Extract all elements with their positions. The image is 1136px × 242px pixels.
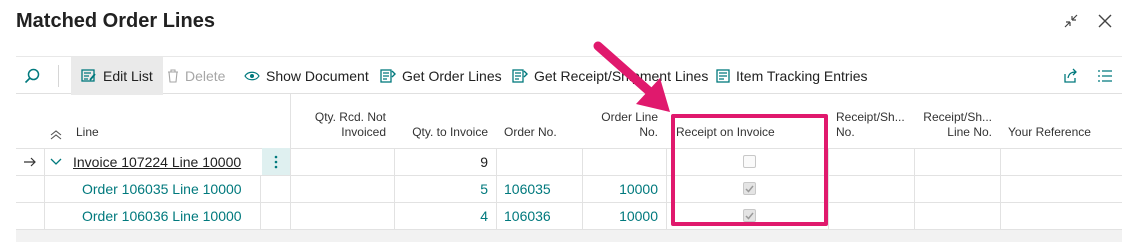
row-qty-rcd-not-invoiced [292,175,396,202]
table-row[interactable]: Invoice 107224 Line 10000 9 [16,148,1122,175]
row-qty-to-invoice[interactable]: 5 [396,175,498,202]
row-line-link[interactable]: Invoice 107224 Line 10000 [67,148,261,175]
list-view-icon[interactable] [1098,57,1112,95]
item-tracking-entries-button[interactable]: Item Tracking Entries [716,57,868,95]
row-line-link[interactable]: Order 106036 Line 10000 [76,202,266,229]
horizontal-scrollbar[interactable] [16,230,1122,242]
collapse-all-icon[interactable] [46,94,66,148]
edit-list-button[interactable]: Edit List [71,57,163,95]
get-order-lines-label: Get Order Lines [402,68,502,84]
row-receipt-on-invoice-checkbox[interactable] [668,202,830,229]
toolbar-divider [58,65,59,87]
delete-button[interactable]: Delete [167,57,225,95]
show-document-button[interactable]: Show Document [244,57,369,95]
action-toolbar: Edit List Delete Show Document Get Order… [16,56,1122,95]
show-document-label: Show Document [266,68,369,84]
get-receipt-shipment-lines-label: Get Receipt/Shipment Lines [534,68,709,84]
column-header-your-reference[interactable]: Your Reference [1002,94,1122,148]
row-receipt-on-invoice-checkbox[interactable] [668,148,830,175]
table-row[interactable]: Order 106036 Line 10000 4 106036 10000 [16,202,1122,229]
search-icon[interactable] [24,57,40,95]
edit-list-label: Edit List [103,68,153,84]
checkbox-checked-icon [742,209,756,222]
grid-divider [260,175,261,202]
row-order-no[interactable]: 106036 [498,202,584,229]
row-qty-to-invoice[interactable]: 9 [396,148,498,175]
column-header-receipt-shipment-line-no[interactable]: Receipt/Sh... Line No. [916,94,1002,148]
column-header-receipt-on-invoice[interactable]: Receipt on Invoice [668,94,830,148]
share-icon[interactable] [1062,57,1078,95]
row-order-no[interactable]: 106035 [498,175,584,202]
delete-icon [168,69,178,83]
get-receipt-lines-icon [512,69,528,83]
item-tracking-icon [716,69,730,83]
row-line-link[interactable]: Order 106035 Line 10000 [76,175,266,202]
row-qty-rcd-not-invoiced [292,148,396,175]
more-options-icon[interactable] [262,148,290,175]
row-receipt-on-invoice-checkbox[interactable] [668,175,830,202]
checkbox-unchecked-icon [742,155,756,168]
get-order-lines-button[interactable]: Get Order Lines [380,57,502,95]
get-receipt-shipment-lines-button[interactable]: Get Receipt/Shipment Lines [512,57,708,95]
row-order-line-no[interactable] [584,148,668,175]
column-header-order-line-no[interactable]: Order Line No. [584,94,668,148]
item-tracking-entries-label: Item Tracking Entries [736,68,868,84]
show-document-icon [244,71,260,81]
delete-label: Delete [185,68,226,84]
grid-divider [260,202,261,229]
column-header-receipt-shipment-no[interactable]: Receipt/Sh... No. [830,94,916,148]
edit-list-icon [81,69,96,82]
row-qty-to-invoice[interactable]: 4 [396,202,498,229]
row-qty-rcd-not-invoiced [292,202,396,229]
row-pointer-icon [16,148,44,175]
close-icon[interactable] [1094,10,1116,32]
column-header-qty-rcd-not-invoiced[interactable]: Qty. Rcd. Not Invoiced [292,94,396,148]
column-header-order-no[interactable]: Order No. [498,94,584,148]
row-order-line-no[interactable]: 10000 [584,202,668,229]
order-lines-grid: Line Qty. Rcd. Not Invoiced Qty. to Invo… [16,94,1122,230]
row-collapse-icon[interactable] [46,148,66,175]
checkbox-checked-icon [742,182,756,195]
column-header-qty-to-invoice[interactable]: Qty. to Invoice [396,94,498,148]
get-order-lines-icon [380,69,396,83]
row-order-line-no[interactable]: 10000 [584,175,668,202]
column-header-line[interactable]: Line [70,94,260,148]
row-order-no[interactable] [498,148,584,175]
collapse-icon[interactable] [1060,10,1082,32]
table-row[interactable]: Order 106035 Line 10000 5 106035 10000 [16,175,1122,202]
page-title: Matched Order Lines [16,10,215,32]
